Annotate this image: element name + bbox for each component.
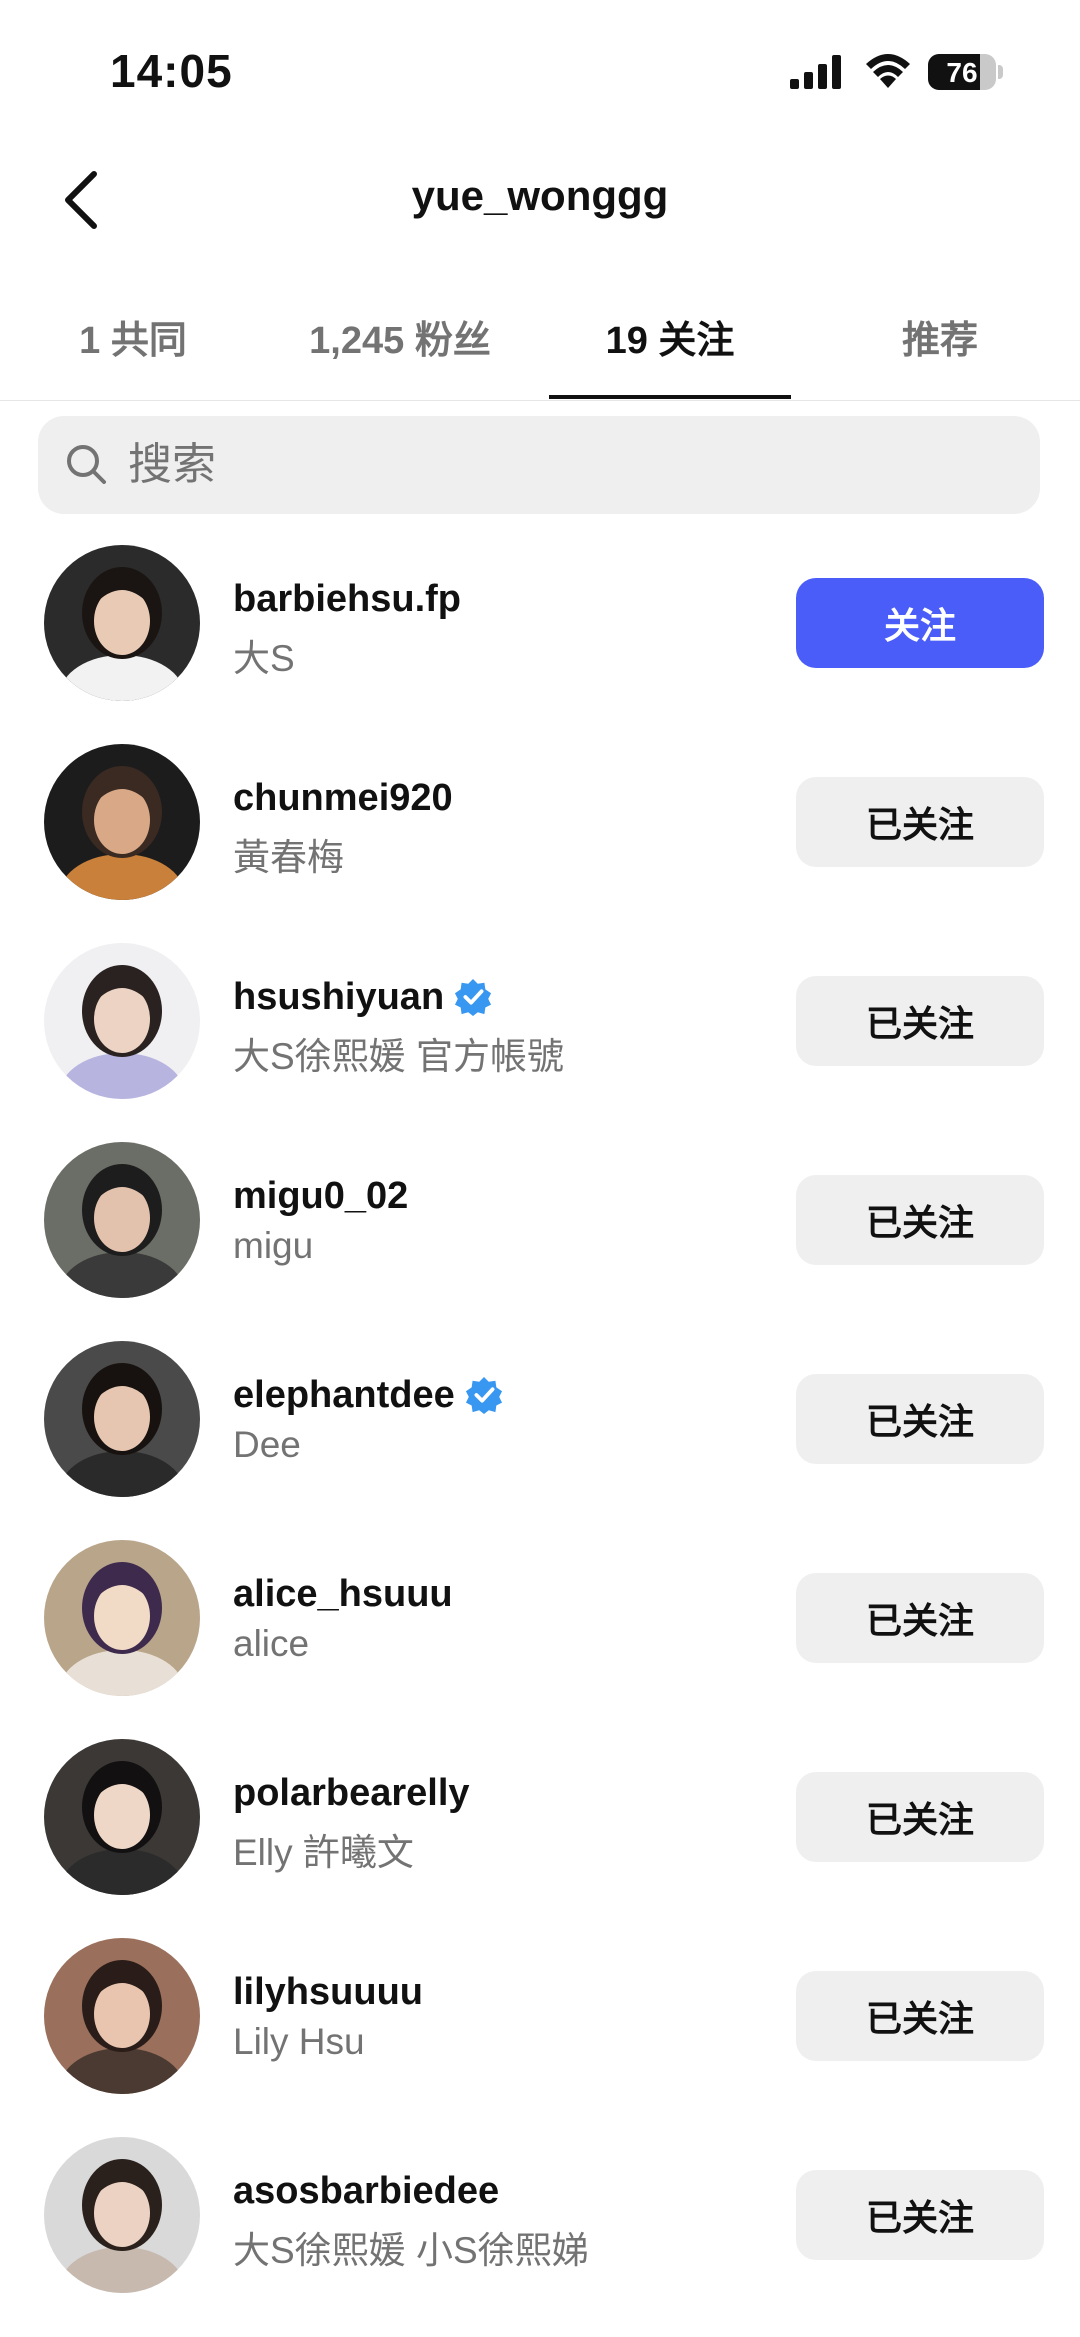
tab-mutual[interactable]: 1 共同 [38, 300, 228, 400]
username[interactable]: chunmei920 [233, 777, 453, 820]
verified-badge-icon [465, 1376, 503, 1414]
username-line: hsushiyuan [233, 972, 492, 1022]
avatar[interactable] [44, 1341, 200, 1497]
username[interactable]: migu0_02 [233, 1175, 408, 1218]
cellular-signal-icon [790, 55, 841, 89]
avatar[interactable] [44, 744, 200, 900]
search-bar[interactable] [38, 416, 1040, 514]
verified-badge-icon [454, 978, 492, 1016]
avatar[interactable] [44, 943, 200, 1099]
username[interactable]: elephantdee [233, 1374, 455, 1417]
username[interactable]: asosbarbiedee [233, 2170, 499, 2213]
following-button[interactable]: 已关注 [796, 976, 1044, 1066]
username[interactable]: barbiehsu.fp [233, 578, 461, 621]
username-line: alice_hsuuu [233, 1569, 453, 1619]
username[interactable]: alice_hsuuu [233, 1573, 453, 1616]
search-icon [67, 445, 106, 484]
list-item[interactable]: migu0_02migu 已关注 [0, 1127, 1080, 1326]
follow-button[interactable]: 关注 [796, 578, 1044, 668]
battery-icon: 76 [928, 54, 1004, 90]
list-item[interactable]: lilyhsuuuu Lily Hsu 已关注 [0, 1923, 1080, 2122]
list-item[interactable]: chunmei920 黃春梅 已关注 [0, 729, 1080, 928]
list-item[interactable]: hsushiyuan 大S徐熙媛 官方帳號 已关注 [0, 928, 1080, 1127]
following-button[interactable]: 已关注 [796, 2170, 1044, 2260]
full-name: Dee [233, 1424, 301, 1465]
full-name: 大S徐熙媛 小S徐熙娣 [233, 2230, 589, 2271]
list-item[interactable]: alice_hsuuualice 已关注 [0, 1525, 1080, 1724]
username-line: polarbearelly [233, 1768, 470, 1818]
username-line: lilyhsuuuu [233, 1967, 423, 2017]
following-button[interactable]: 已关注 [796, 1971, 1044, 2061]
full-name: alice [233, 1623, 310, 1664]
avatar[interactable] [44, 1142, 200, 1298]
list-item[interactable]: barbiehsu.fp 大S 关注 [0, 530, 1080, 729]
following-button[interactable]: 已关注 [796, 1772, 1044, 1862]
username-line: chunmei920 [233, 773, 453, 823]
full-name: 大S徐熙媛 官方帳號 [233, 1036, 564, 1077]
active-tab-indicator [549, 395, 791, 399]
list-item[interactable]: polarbearelly Elly 許曦文 已关注 [0, 1724, 1080, 1923]
tab-bar: 1 共同 1,245 粉丝 19 关注 推荐 [0, 300, 1080, 401]
full-name: 黃春梅 [233, 837, 344, 878]
following-button[interactable]: 已关注 [796, 1175, 1044, 1265]
tab-followers[interactable]: 1,245 粉丝 [280, 300, 520, 400]
full-name: Lily Hsu [233, 2021, 365, 2062]
following-list: barbiehsu.fp 大S 关注 chunmei920 黃春梅 已关注 hsushiyu… [0, 530, 1080, 2321]
full-name: migu [233, 1225, 314, 1266]
tab-suggested[interactable]: 推荐 [840, 300, 1040, 400]
username-line: migu0_02 [233, 1171, 408, 1221]
list-item[interactable]: elephantdee Dee 已关注 [0, 1326, 1080, 1525]
following-button[interactable]: 已关注 [796, 1573, 1044, 1663]
username-line: elephantdee [233, 1370, 503, 1420]
following-button[interactable]: 已关注 [796, 777, 1044, 867]
list-item[interactable]: asosbarbiedee 大S徐熙媛 小S徐熙娣 已关注 [0, 2122, 1080, 2321]
avatar[interactable] [44, 545, 200, 701]
status-time: 14:05 [110, 45, 233, 97]
full-name: Elly 許曦文 [233, 1832, 414, 1873]
avatar[interactable] [44, 1540, 200, 1696]
following-button[interactable]: 已关注 [796, 1374, 1044, 1464]
username-line: asosbarbiedee [233, 2166, 499, 2216]
battery-level: 76 [946, 57, 978, 88]
avatar[interactable] [44, 1938, 200, 2094]
status-bar: 14:05 76 [0, 0, 1080, 140]
username[interactable]: lilyhsuuuu [233, 1971, 423, 2014]
avatar[interactable] [44, 2137, 200, 2293]
header: yue_wonggg [0, 150, 1080, 250]
full-name: 大S [233, 638, 295, 679]
username-line: barbiehsu.fp [233, 574, 461, 624]
wifi-icon [866, 54, 910, 88]
page-title: yue_wonggg [411, 172, 669, 219]
username[interactable]: polarbearelly [233, 1772, 470, 1815]
avatar[interactable] [44, 1739, 200, 1895]
tab-following[interactable]: 19 关注 [549, 300, 791, 400]
search-input[interactable] [128, 416, 1008, 514]
username[interactable]: hsushiyuan [233, 976, 444, 1019]
